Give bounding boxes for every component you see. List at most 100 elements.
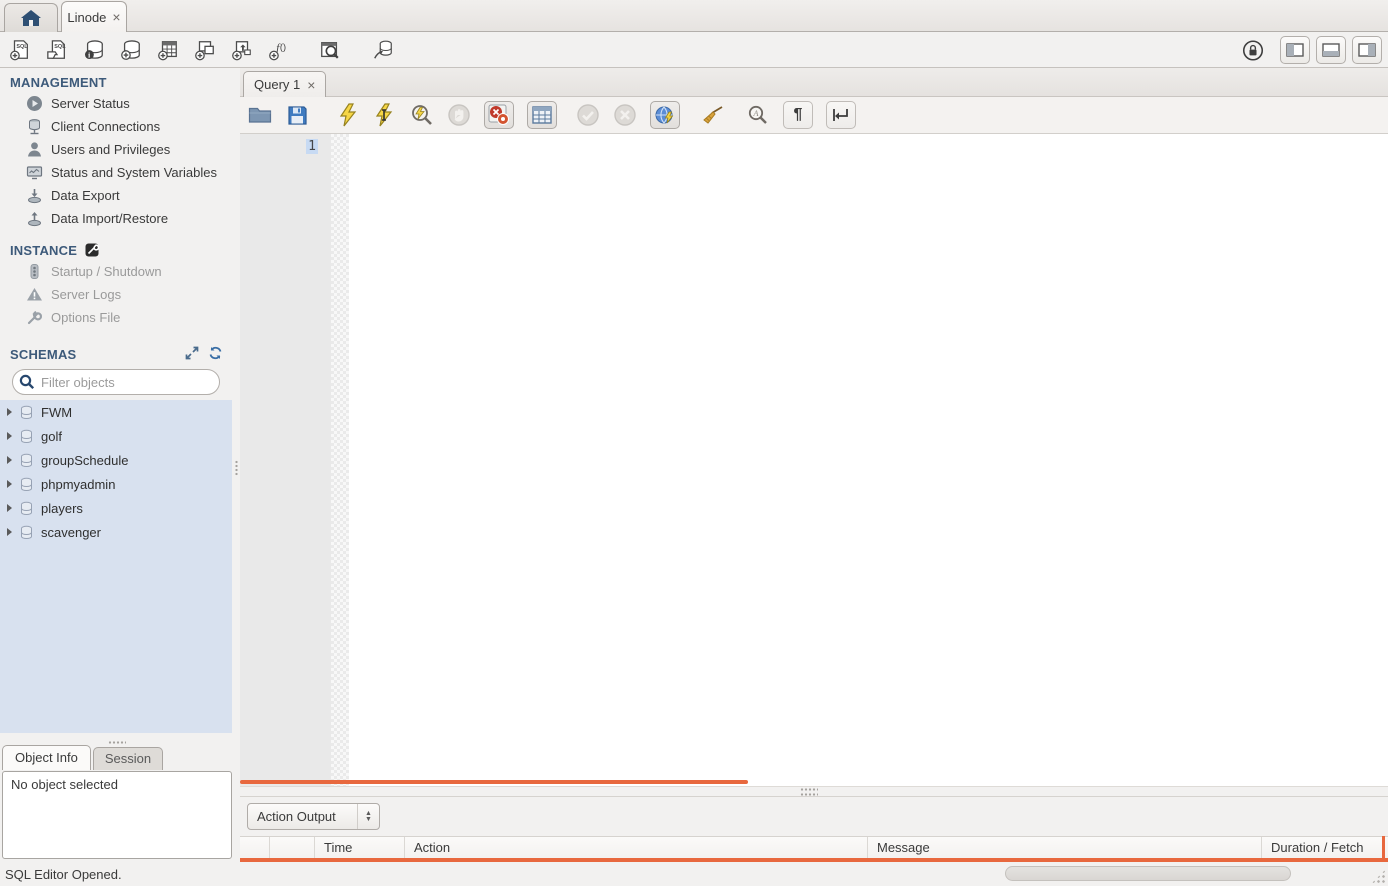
splitter-grip[interactable] bbox=[800, 788, 818, 791]
editor-horizontal-scrollbar[interactable] bbox=[240, 780, 748, 784]
output-col-time[interactable]: Time bbox=[315, 837, 405, 860]
expand-schemas-icon[interactable] bbox=[185, 346, 199, 360]
output-panel-splitter[interactable] bbox=[240, 786, 1388, 797]
toggle-limit-rows-button[interactable] bbox=[527, 101, 557, 129]
execute-current-statement-button[interactable] bbox=[373, 103, 397, 127]
search-icon bbox=[19, 374, 35, 390]
rollback-button[interactable] bbox=[613, 103, 637, 127]
toggle-stop-on-error-button[interactable] bbox=[484, 101, 514, 129]
query-tab-close-icon[interactable]: × bbox=[307, 77, 315, 93]
create-function-button[interactable]: f() bbox=[268, 39, 290, 61]
expander-icon[interactable] bbox=[7, 504, 12, 512]
window-tab-bar: Linode × bbox=[0, 0, 1388, 32]
sidebar-item-data-export[interactable]: Data Export bbox=[0, 184, 233, 207]
connection-lock-icon[interactable] bbox=[1242, 39, 1264, 61]
query-tab-bar: Query 1 × bbox=[240, 68, 1388, 97]
new-sql-tab-button[interactable]: SQL bbox=[9, 39, 31, 61]
object-info-panel: No object selected bbox=[2, 771, 232, 859]
schema-row-scavenger[interactable]: scavenger bbox=[0, 520, 232, 544]
schema-row-phpmyadmin[interactable]: phpmyadmin bbox=[0, 472, 232, 496]
instance-config-badge-icon[interactable] bbox=[85, 243, 99, 257]
connection-tab[interactable]: Linode × bbox=[61, 1, 127, 32]
window-resize-grip[interactable] bbox=[1371, 869, 1386, 884]
editor-text-area[interactable] bbox=[349, 134, 1388, 786]
save-script-button[interactable] bbox=[285, 103, 309, 127]
management-section-title: MANAGEMENT bbox=[0, 72, 233, 92]
toggle-left-sidebar-button[interactable] bbox=[1280, 36, 1310, 64]
expander-icon[interactable] bbox=[7, 480, 12, 488]
output-horizontal-scrollbar[interactable] bbox=[240, 858, 1388, 862]
toggle-bottom-panel-button[interactable] bbox=[1316, 36, 1346, 64]
sidebar-item-status-system-variables[interactable]: Status and System Variables bbox=[0, 161, 233, 184]
schema-filter bbox=[12, 369, 220, 395]
line-number-gutter: 1 bbox=[240, 134, 331, 786]
connection-tab-close-icon[interactable]: × bbox=[112, 10, 120, 24]
toggle-invisible-characters-button[interactable]: ¶ bbox=[783, 101, 813, 129]
sidebar-item-data-import[interactable]: Data Import/Restore bbox=[0, 207, 233, 230]
info-panel-splitter[interactable] bbox=[108, 741, 126, 744]
tab-object-info[interactable]: Object Info bbox=[2, 745, 91, 770]
expander-icon[interactable] bbox=[7, 432, 12, 440]
create-schema-button[interactable] bbox=[120, 39, 142, 61]
stop-query-button[interactable] bbox=[447, 103, 471, 127]
refresh-schemas-icon[interactable] bbox=[208, 346, 223, 360]
find-button[interactable]: A bbox=[746, 103, 770, 127]
schema-label: scavenger bbox=[41, 525, 101, 540]
output-vertical-scrollbar[interactable] bbox=[1382, 836, 1385, 858]
schema-label: FWM bbox=[41, 405, 72, 420]
create-view-button[interactable] bbox=[194, 39, 216, 61]
sidebar-item-server-status[interactable]: Server Status bbox=[0, 92, 233, 115]
output-col-index[interactable] bbox=[270, 837, 315, 860]
sql-code-editor[interactable]: 1 bbox=[240, 134, 1388, 786]
search-table-data-button[interactable] bbox=[319, 39, 341, 61]
sidebar-item-server-logs[interactable]: Server Logs bbox=[0, 283, 233, 306]
execute-script-button[interactable] bbox=[336, 103, 360, 127]
client-connections-icon bbox=[26, 118, 43, 135]
expander-icon[interactable] bbox=[7, 528, 12, 536]
toggle-right-sidebar-button[interactable] bbox=[1352, 36, 1382, 64]
output-col-action[interactable]: Action bbox=[405, 837, 868, 860]
beautify-script-button[interactable] bbox=[701, 103, 725, 127]
toggle-autocommit-button[interactable] bbox=[650, 101, 680, 129]
splitter-grip[interactable] bbox=[800, 793, 818, 796]
output-col-duration[interactable]: Duration / Fetch bbox=[1262, 837, 1388, 860]
sidebar-splitter[interactable] bbox=[233, 68, 240, 864]
schema-tree: FWM golf groupSchedule phpmyadmin player bbox=[0, 400, 232, 733]
schema-row-fwm[interactable]: FWM bbox=[0, 400, 232, 424]
create-table-button[interactable] bbox=[157, 39, 179, 61]
sidebar-item-startup-shutdown[interactable]: Startup / Shutdown bbox=[0, 260, 233, 283]
schema-filter-input[interactable] bbox=[41, 375, 219, 390]
schema-row-groupschedule[interactable]: groupSchedule bbox=[0, 448, 232, 472]
sidebar-item-client-connections[interactable]: Client Connections bbox=[0, 115, 233, 138]
query-tab[interactable]: Query 1 × bbox=[243, 71, 326, 97]
reconnect-dbms-button[interactable] bbox=[372, 39, 394, 61]
sidebar-splitter-grip[interactable] bbox=[235, 460, 238, 476]
open-sql-script-button[interactable]: SQL bbox=[46, 39, 68, 61]
open-script-button[interactable] bbox=[248, 103, 272, 127]
expander-icon[interactable] bbox=[7, 408, 12, 416]
explain-plan-button[interactable] bbox=[410, 103, 434, 127]
output-col-icon[interactable] bbox=[240, 837, 270, 860]
output-view-selector-value: Action Output bbox=[248, 809, 357, 824]
schema-label: groupSchedule bbox=[41, 453, 128, 468]
status-bar: SQL Editor Opened. bbox=[0, 864, 1388, 886]
schema-row-golf[interactable]: golf bbox=[0, 424, 232, 448]
home-tab[interactable] bbox=[4, 3, 58, 32]
output-view-selector[interactable]: Action Output ▲▼ bbox=[247, 803, 380, 830]
tab-session[interactable]: Session bbox=[93, 747, 163, 770]
schema-label: phpmyadmin bbox=[41, 477, 115, 492]
toggle-word-wrap-button[interactable] bbox=[826, 101, 856, 129]
system-variables-icon bbox=[26, 164, 43, 181]
svg-text:SQL: SQL bbox=[54, 44, 66, 50]
bottom-scrollbar-thumb[interactable] bbox=[1005, 866, 1291, 881]
schema-row-players[interactable]: players bbox=[0, 496, 232, 520]
create-procedure-button[interactable] bbox=[231, 39, 253, 61]
user-icon bbox=[26, 141, 43, 158]
sidebar-item-users-privileges[interactable]: Users and Privileges bbox=[0, 138, 233, 161]
commit-button[interactable] bbox=[576, 103, 600, 127]
action-output-panel: Action Output ▲▼ Time Action Message Dur… bbox=[240, 797, 1388, 864]
sidebar-item-options-file[interactable]: Options File bbox=[0, 306, 233, 329]
output-col-message[interactable]: Message bbox=[868, 837, 1262, 860]
expander-icon[interactable] bbox=[7, 456, 12, 464]
schema-inspector-button[interactable]: i bbox=[83, 39, 105, 61]
